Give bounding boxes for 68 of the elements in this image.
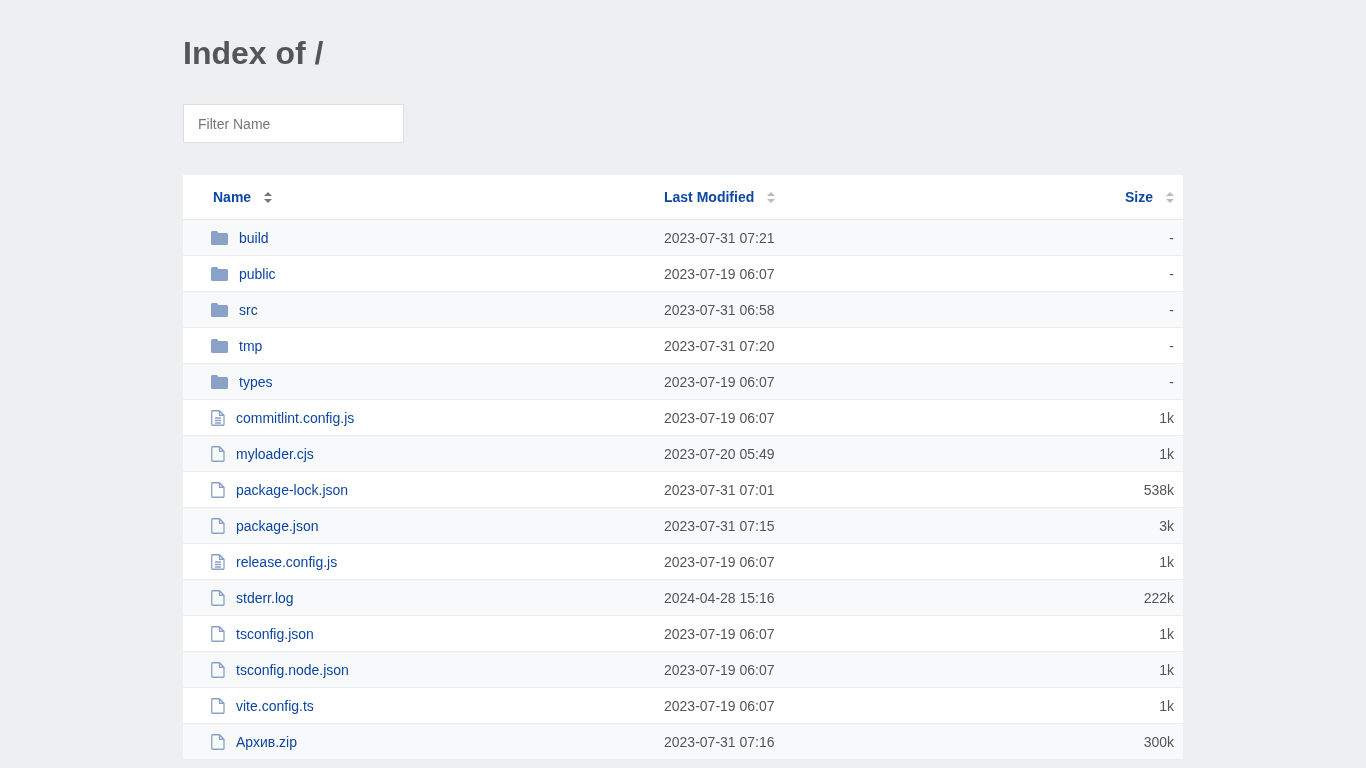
folder-icon <box>211 266 228 281</box>
file-size: - <box>1169 229 1174 246</box>
file-link[interactable]: Архив.zip <box>236 733 297 750</box>
modified-date: 2023-07-19 06:07 <box>664 661 775 678</box>
file-link[interactable]: public <box>239 265 276 282</box>
file-size: 1k <box>1159 697 1174 714</box>
file-size: - <box>1169 301 1174 318</box>
file-icon <box>211 661 225 678</box>
file-size: 1k <box>1159 661 1174 678</box>
sort-icon[interactable] <box>767 191 776 203</box>
modified-date: 2023-07-31 07:21 <box>664 229 775 246</box>
file-size: 538k <box>1143 481 1174 498</box>
column-header-link[interactable]: Size <box>1125 189 1153 205</box>
file-link[interactable]: vite.config.ts <box>236 697 314 714</box>
column-header-link[interactable]: Last Modified <box>664 189 755 205</box>
modified-date: 2023-07-19 06:07 <box>664 697 775 714</box>
modified-date: 2023-07-31 07:01 <box>664 481 775 498</box>
file-icon <box>211 733 225 750</box>
file-size: 1k <box>1159 553 1174 570</box>
folder-icon <box>211 230 228 245</box>
file-size: - <box>1169 373 1174 390</box>
file-size: 1k <box>1159 409 1174 426</box>
modified-date: 2023-07-31 07:15 <box>664 517 775 534</box>
folder-icon <box>211 302 228 317</box>
modified-date: 2023-07-31 06:58 <box>664 301 775 318</box>
modified-date: 2023-07-31 07:20 <box>664 337 775 354</box>
file-size: - <box>1169 337 1174 354</box>
modified-date: 2023-07-19 06:07 <box>664 373 775 390</box>
file-icon <box>211 517 225 534</box>
file-link[interactable]: release.config.js <box>236 553 338 570</box>
file-size: 222k <box>1143 589 1174 606</box>
file-link[interactable]: build <box>239 229 269 246</box>
file-size: - <box>1169 265 1174 282</box>
file-link[interactable]: myloader.cjs <box>236 445 314 462</box>
file-link[interactable]: tsconfig.node.json <box>236 661 349 678</box>
file-size: 1k <box>1159 625 1174 642</box>
folder-icon <box>211 374 228 389</box>
file-link[interactable]: package.json <box>236 517 319 534</box>
file-link[interactable]: tmp <box>239 337 263 354</box>
file-icon <box>211 445 225 462</box>
modified-date: 2023-07-19 06:07 <box>664 553 775 570</box>
text-file-icon <box>211 553 225 570</box>
file-icon <box>211 481 225 498</box>
modified-date: 2023-07-19 06:07 <box>664 265 775 282</box>
file-icon <box>211 625 225 642</box>
folder-icon <box>211 338 228 353</box>
file-link[interactable]: src <box>239 301 258 318</box>
page-title: Index of / <box>183 34 325 72</box>
file-icon <box>211 589 225 606</box>
file-link[interactable]: types <box>239 373 273 390</box>
filter-field[interactable]: Filter Name <box>183 104 404 143</box>
sort-icon[interactable] <box>1166 191 1174 203</box>
file-link[interactable]: commitlint.config.js <box>236 409 355 426</box>
file-size: 1k <box>1159 445 1174 462</box>
modified-date: 2024-04-28 15:16 <box>664 589 775 606</box>
modified-date: 2023-07-19 06:07 <box>664 409 775 426</box>
column-header-link[interactable]: Name <box>213 189 252 205</box>
file-size: 3k <box>1159 517 1174 534</box>
file-size: 300k <box>1143 733 1174 750</box>
file-link[interactable]: package-lock.json <box>236 481 349 498</box>
sort-icon[interactable] <box>264 191 273 203</box>
modified-date: 2023-07-20 05:49 <box>664 445 775 462</box>
modified-date: 2023-07-19 06:07 <box>664 625 775 642</box>
modified-date: 2023-07-31 07:16 <box>664 733 775 750</box>
file-link[interactable]: stderr.log <box>236 589 294 606</box>
file-icon <box>211 697 225 714</box>
file-link[interactable]: tsconfig.json <box>236 625 314 642</box>
text-file-icon <box>211 409 225 426</box>
